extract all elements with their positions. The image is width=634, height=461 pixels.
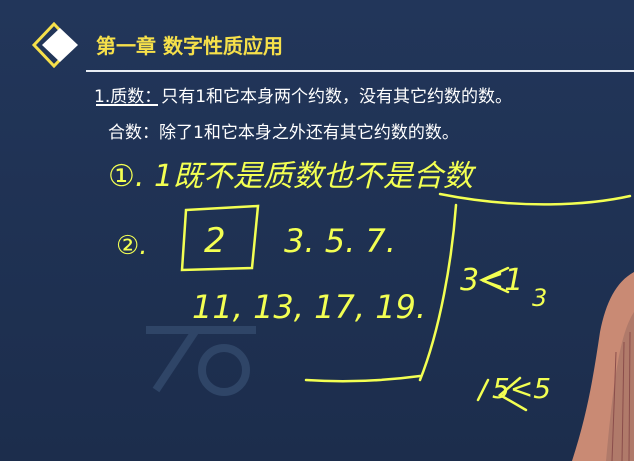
ink-primes-row2: 11, 13, 17, 19. (192, 288, 426, 326)
ink-line1: ①. 1既不是质数也不是合数 (108, 159, 477, 194)
handwriting-layer: ①. 1既不是质数也不是合数 ②. 2 3. 5. 7. 11, 13, 17,… (108, 159, 632, 412)
ink-boxed-number: 2 (204, 221, 226, 261)
ink-baseline (304, 374, 422, 383)
ink-factor-1: 3<1 (460, 263, 523, 298)
ink-factor-1b: 3 (532, 284, 547, 312)
ink-stroke-a (476, 378, 490, 402)
ink-line2-label: ②. (116, 231, 148, 261)
ink-factor-2: 5<5 (492, 372, 551, 405)
presenter-figure (572, 272, 634, 461)
ink-arc (438, 192, 632, 206)
ink-primes-row1: 3. 5. 7. (284, 222, 396, 260)
slide: 第一章 数字性质应用 1.质数：只有1和它本身两个约数，没有其它约数的数。 合数… (0, 0, 634, 461)
